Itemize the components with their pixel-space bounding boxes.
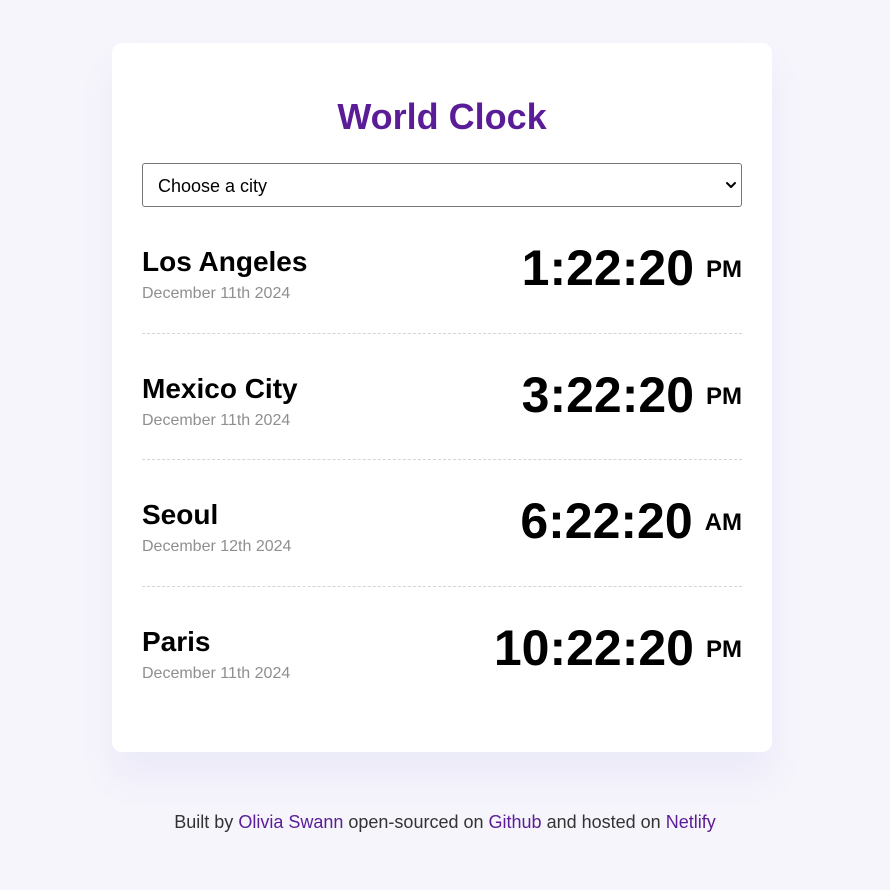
- time-ampm: PM: [706, 383, 742, 410]
- city-row-paris: Paris December 11th 2024 10:22:20 PM: [142, 620, 742, 736]
- city-date: December 12th 2024: [142, 538, 292, 555]
- footer-built-by: Built by: [174, 812, 234, 832]
- city-date: December 11th 2024: [142, 285, 291, 302]
- city-row-seoul: Seoul December 12th 2024 6:22:20 AM: [142, 493, 742, 609]
- footer-open-sourced: open-sourced on: [348, 812, 484, 832]
- footer-hosted: and hosted on: [546, 812, 661, 832]
- city-time: 3:22:20 PM: [522, 365, 742, 425]
- city-date: December 11th 2024: [142, 665, 291, 682]
- divider: [142, 333, 742, 334]
- time-digits: 3:22:20: [521, 367, 694, 423]
- city-name: Paris: [142, 626, 211, 657]
- divider: [142, 459, 742, 460]
- time-digits: 1:22:20: [521, 240, 694, 296]
- netlify-link[interactable]: Netlify: [666, 812, 716, 832]
- chevron-down-icon: [726, 182, 736, 188]
- city-name: Los Angeles: [142, 246, 308, 277]
- author-link[interactable]: Olivia Swann: [238, 812, 343, 832]
- city-date: December 11th 2024: [142, 412, 291, 429]
- world-clock-card: World Clock Choose a city Los Angeles De…: [112, 43, 772, 752]
- city-select-value: Choose a city: [158, 176, 268, 196]
- page-title: World Clock: [337, 96, 547, 137]
- city-row-los-angeles: Los Angeles December 11th 2024 1:22:20 PM: [142, 240, 742, 356]
- city-select[interactable]: Choose a city: [142, 163, 742, 207]
- time-ampm: PM: [706, 256, 742, 283]
- time-ampm: AM: [704, 509, 742, 536]
- time-ampm: PM: [706, 636, 742, 663]
- city-time: 6:22:20 AM: [520, 491, 742, 551]
- github-link[interactable]: Github: [489, 812, 542, 832]
- footer: Built by Olivia Swann open-sourced on Gi…: [0, 811, 890, 833]
- divider: [142, 586, 742, 587]
- time-digits: 6:22:20: [520, 493, 693, 549]
- city-name: Mexico City: [142, 373, 298, 404]
- time-digits: 10:22:20: [493, 620, 694, 676]
- city-time: 1:22:20 PM: [522, 238, 742, 298]
- city-name: Seoul: [142, 499, 219, 530]
- city-time: 10:22:20 PM: [494, 618, 742, 678]
- city-row-mexico-city: Mexico City December 11th 2024 3:22:20 PM: [142, 367, 742, 483]
